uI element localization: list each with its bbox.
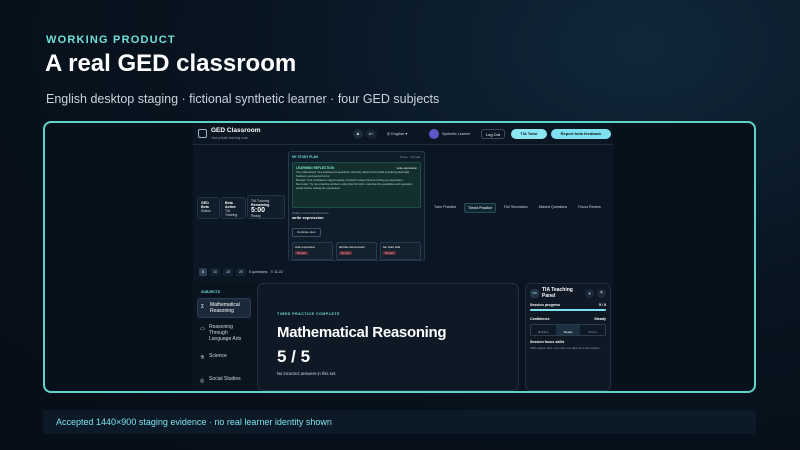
subject-rla[interactable]: ▭ Reasoning Through Language Arts [197,321,251,347]
stat-label: Beta Active [225,201,236,209]
question-count-selector: 5 10 15 20 5 questions ⏱ 11:22 [199,268,283,276]
app-title: GED Classroom [211,127,261,134]
remaining-time: 5:00 [251,207,266,214]
globe-icon: ◎ [200,378,205,384]
caption: Accepted 1440×900 staging evidence · no … [56,417,332,427]
timer: ⏱ 11:22 [270,270,283,274]
review-badge: Review [383,251,397,255]
focus-skills-label: Session focus skills [530,340,565,344]
tab-missed-questions[interactable]: Missed Questions [536,203,571,213]
result-title: Mathematical Reasoning [277,324,447,341]
sigma-icon: Σ [201,304,205,310]
stat-note: Ready [251,214,261,218]
study-plan-due: 5 due · 15 total [399,155,420,159]
recommended-focus: write expression [292,215,324,220]
study-plan-card: MY STUDY PLAN 5 due · 15 total LEARNING … [288,151,425,261]
review-card-title: write expression [295,245,316,249]
count-option[interactable]: 20 [236,268,246,276]
count-option[interactable]: 5 [199,268,207,276]
hero-subtitle: English desktop staging · fictional synt… [46,92,440,106]
learner-name: Synthetic Learner [442,131,471,136]
language-select[interactable]: ◎ English ▾ [381,129,413,139]
confidence-value: Steady [594,317,606,321]
review-card[interactable]: bar chart total Review [380,242,421,260]
tia-panel-title: TIA Teaching Panel [542,287,573,299]
subjects-panel: SUBJECTS Σ Mathematical Reasoning ▭ Reason… [197,287,251,391]
next-step-text: Next step: Try one practice problem usin… [296,182,413,190]
progress-value: 5 / 5 [599,303,606,307]
screenshot-frame: GED Classroom Your private learning room… [43,121,756,393]
subject-label: Mathematical Reasoning [210,302,240,314]
bulb-icon[interactable]: ☀ [585,289,594,298]
confidence-option[interactable]: Steady [555,325,581,335]
review-card-title: bar chart total [383,245,401,249]
app-window: GED Classroom Your private learning room… [193,123,613,391]
language-label: English [391,131,405,136]
tab-timed-practice[interactable]: Timed Practice [464,203,497,213]
book-icon [198,129,207,138]
subjects-heading: SUBJECTS [201,290,221,294]
progress-fill [530,309,606,311]
practice-tabs: Tutor Practice Timed Practice Full Simul… [431,203,604,213]
review-card[interactable]: add like denominator Review [336,242,377,260]
result-card: TIMED PRACTICE COMPLETE Mathematical Rea… [257,283,519,391]
result-note: No incorrect answers in this set. [277,371,337,376]
progress-bar [530,309,606,311]
result-score: 5 / 5 [277,347,311,366]
tia-tutor-button[interactable]: TIA Tutor [511,129,547,139]
lower-section: SUBJECTS Σ Mathematical Reasoning ▭ Reason… [193,283,613,391]
learning-reflection: LEARNING REFLECTION write expression You… [292,162,421,208]
continue-plan-button[interactable]: Continue plan [292,227,321,237]
flask-icon: ⚗ [200,355,205,361]
avatar[interactable] [429,129,439,139]
tab-focus-review[interactable]: Focus Review [575,203,604,213]
app-tagline: Your private learning room [211,136,249,140]
count-option[interactable]: 15 [223,268,233,276]
confidence-selector: Building Steady Strong [530,324,606,336]
hero-title: A real GED classroom [45,50,297,77]
review-badge: Review [339,251,353,255]
book-icon: ▭ [200,326,205,332]
confidence-option[interactable]: Strong [580,325,605,335]
subject-science[interactable]: ⚗ Science [197,350,251,370]
stat-card-active: Beta Active TIA Tutoring [221,197,246,219]
review-cards: write expression Review add like denomina… [292,242,421,260]
review-card[interactable]: write expression Review [292,242,333,260]
hero-eyebrow: WORKING PRODUCT [46,34,176,46]
review-card-title: add like denominator [339,245,365,249]
result-eyebrow: TIMED PRACTICE COMPLETE [277,312,341,316]
subject-label: Reasoning Through Language Arts [209,324,242,342]
stat-sub: TIA Tutoring [225,209,238,217]
question-count-summary: 5 questions [249,270,268,274]
stat-sub: Status [201,209,211,213]
focus-skills-text: Skills appear after more than one attemp… [530,346,601,350]
subject-label: Social Studies [209,376,241,382]
font-large-button[interactable]: A+ [365,129,377,139]
stat-label: GED Beta [201,201,209,209]
confidence-label: Confidence [530,317,550,321]
subject-math[interactable]: Σ Mathematical Reasoning [197,298,251,318]
subject-label: Science [209,353,227,359]
font-small-button[interactable]: A [353,129,363,139]
tab-tutor-practice[interactable]: Tutor Practice [431,203,459,213]
tab-full-simulation[interactable]: Full Simulation [501,203,531,213]
confidence-option[interactable]: Building [531,325,556,335]
logout-button[interactable]: Log Out [481,129,505,139]
close-icon[interactable]: × [597,289,606,298]
review-badge: Review [295,251,309,255]
tia-badge: TIA [530,289,539,298]
report-feedback-button[interactable]: Report beta feedback [551,129,611,139]
subject-social-studies[interactable]: ◎ Social Studies [197,373,251,391]
stat-card-beta: GED Beta Status [197,197,220,219]
count-option[interactable]: 10 [210,268,220,276]
progress-label: Session progress [530,303,561,307]
stat-card-remaining: TIA Tutoring Remaining 5:00 Ready [247,195,285,219]
reflection-text: You understood: You answered 6 questions… [296,170,410,178]
app-header: GED Classroom Your private learning room… [193,123,613,145]
tia-teaching-panel: TIA TIA Teaching Panel ☀ × Session progr… [525,283,611,391]
